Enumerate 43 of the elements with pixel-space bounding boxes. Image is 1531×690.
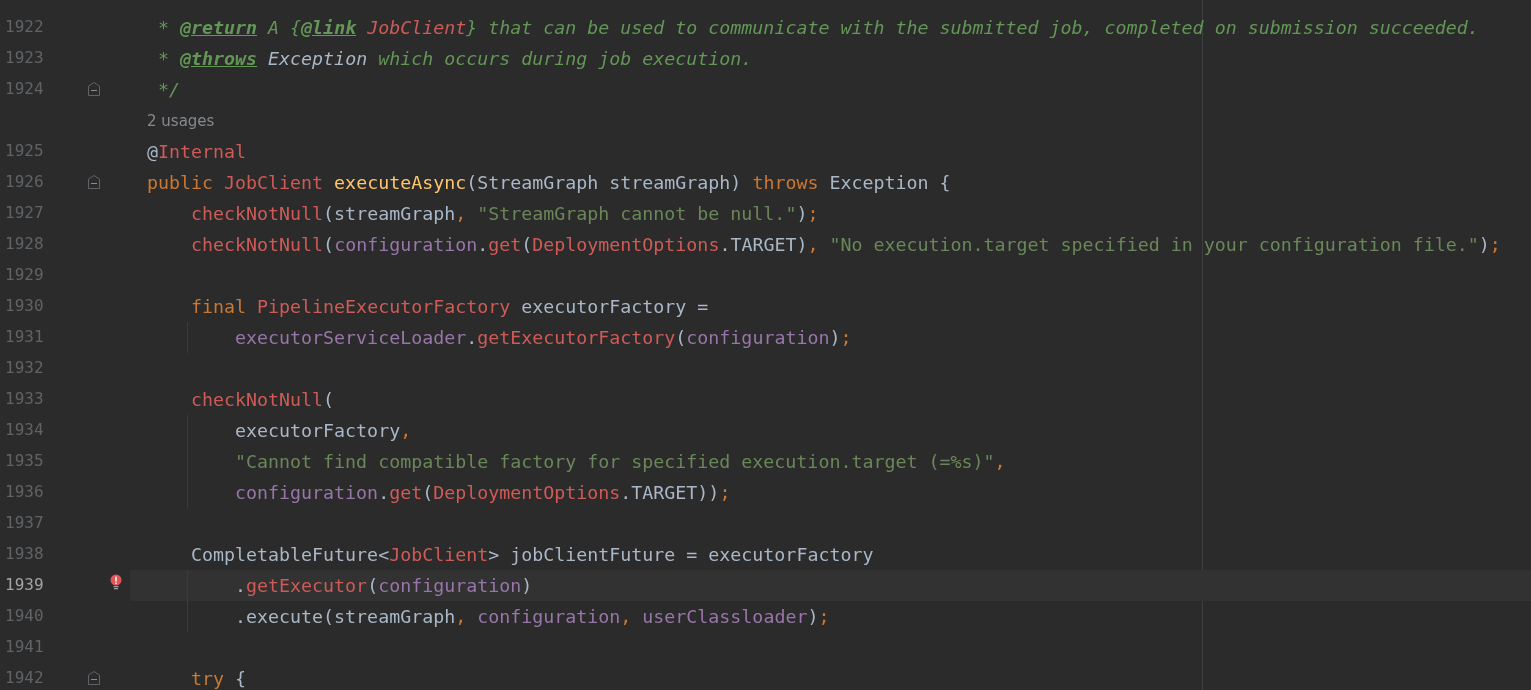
code-line: .execute(streamGraph, configuration, userClassloader);: [234, 605, 830, 628]
fold-icon[interactable]: [88, 82, 100, 96]
code-line: */: [157, 78, 181, 101]
code-line: * @throws Exception which occurs during job execution.: [157, 47, 753, 70]
code-line: try {: [190, 667, 247, 690]
code-line: @Internal: [147, 140, 247, 163]
code-line: checkNotNull(: [190, 388, 335, 411]
line-number: 1934: [5, 421, 44, 439]
line-number: 1936: [5, 483, 44, 501]
line-number: 1937: [5, 514, 44, 532]
line-number: 1923: [5, 49, 44, 67]
code-line: executorServiceLoader.getExecutorFactory(configuration);: [234, 326, 852, 349]
line-number: 1929: [5, 266, 44, 284]
code-line: * @return A {@link JobClient} that can be used to communicate with the submitted job, completed on submission succeeded.: [157, 16, 1479, 39]
line-number: 1931: [5, 328, 44, 346]
code-line: checkNotNull(streamGraph, "StreamGraph cannot be null.");: [190, 202, 819, 225]
line-number: 1927: [5, 204, 44, 222]
line-number: 1924: [5, 80, 44, 98]
code-line: .getExecutor(configuration): [234, 574, 533, 597]
line-number: 1940: [5, 607, 44, 625]
fold-icon[interactable]: [88, 175, 100, 189]
line-number: 1925: [5, 142, 44, 160]
line-number: 1941: [5, 638, 44, 656]
code-line: CompletableFuture<JobClient> jobClientFuture = executorFactory: [190, 543, 874, 566]
line-number: 1933: [5, 390, 44, 408]
line-number: 1922: [5, 18, 44, 36]
usage-hint[interactable]: 2 usages: [147, 111, 215, 130]
line-number: 1942: [5, 669, 44, 687]
line-number: 1926: [5, 173, 44, 191]
error-icon[interactable]: [110, 574, 122, 590]
line-number: 1935: [5, 452, 44, 470]
code-line: configuration.get(DeploymentOptions.TARGET));: [234, 481, 731, 504]
code-line: public JobClient executeAsync(StreamGraph streamGraph) throws Exception {: [147, 171, 951, 194]
line-number: 1939: [5, 576, 44, 594]
code-line: checkNotNull(configuration.get(DeploymentOptions.TARGET), "No execution.target specified in your configuration file.");: [190, 233, 1501, 256]
code-line: final PipelineExecutorFactory executorFactory =: [190, 295, 709, 318]
line-number: 1938: [5, 545, 44, 563]
code-line: executorFactory,: [234, 419, 412, 442]
line-number: 1932: [5, 359, 44, 377]
fold-icon[interactable]: [88, 671, 100, 685]
line-number: 1928: [5, 235, 44, 253]
code-line: "Cannot find compatible factory for specified execution.target (=%s)",: [234, 450, 1006, 473]
line-number: 1930: [5, 297, 44, 315]
